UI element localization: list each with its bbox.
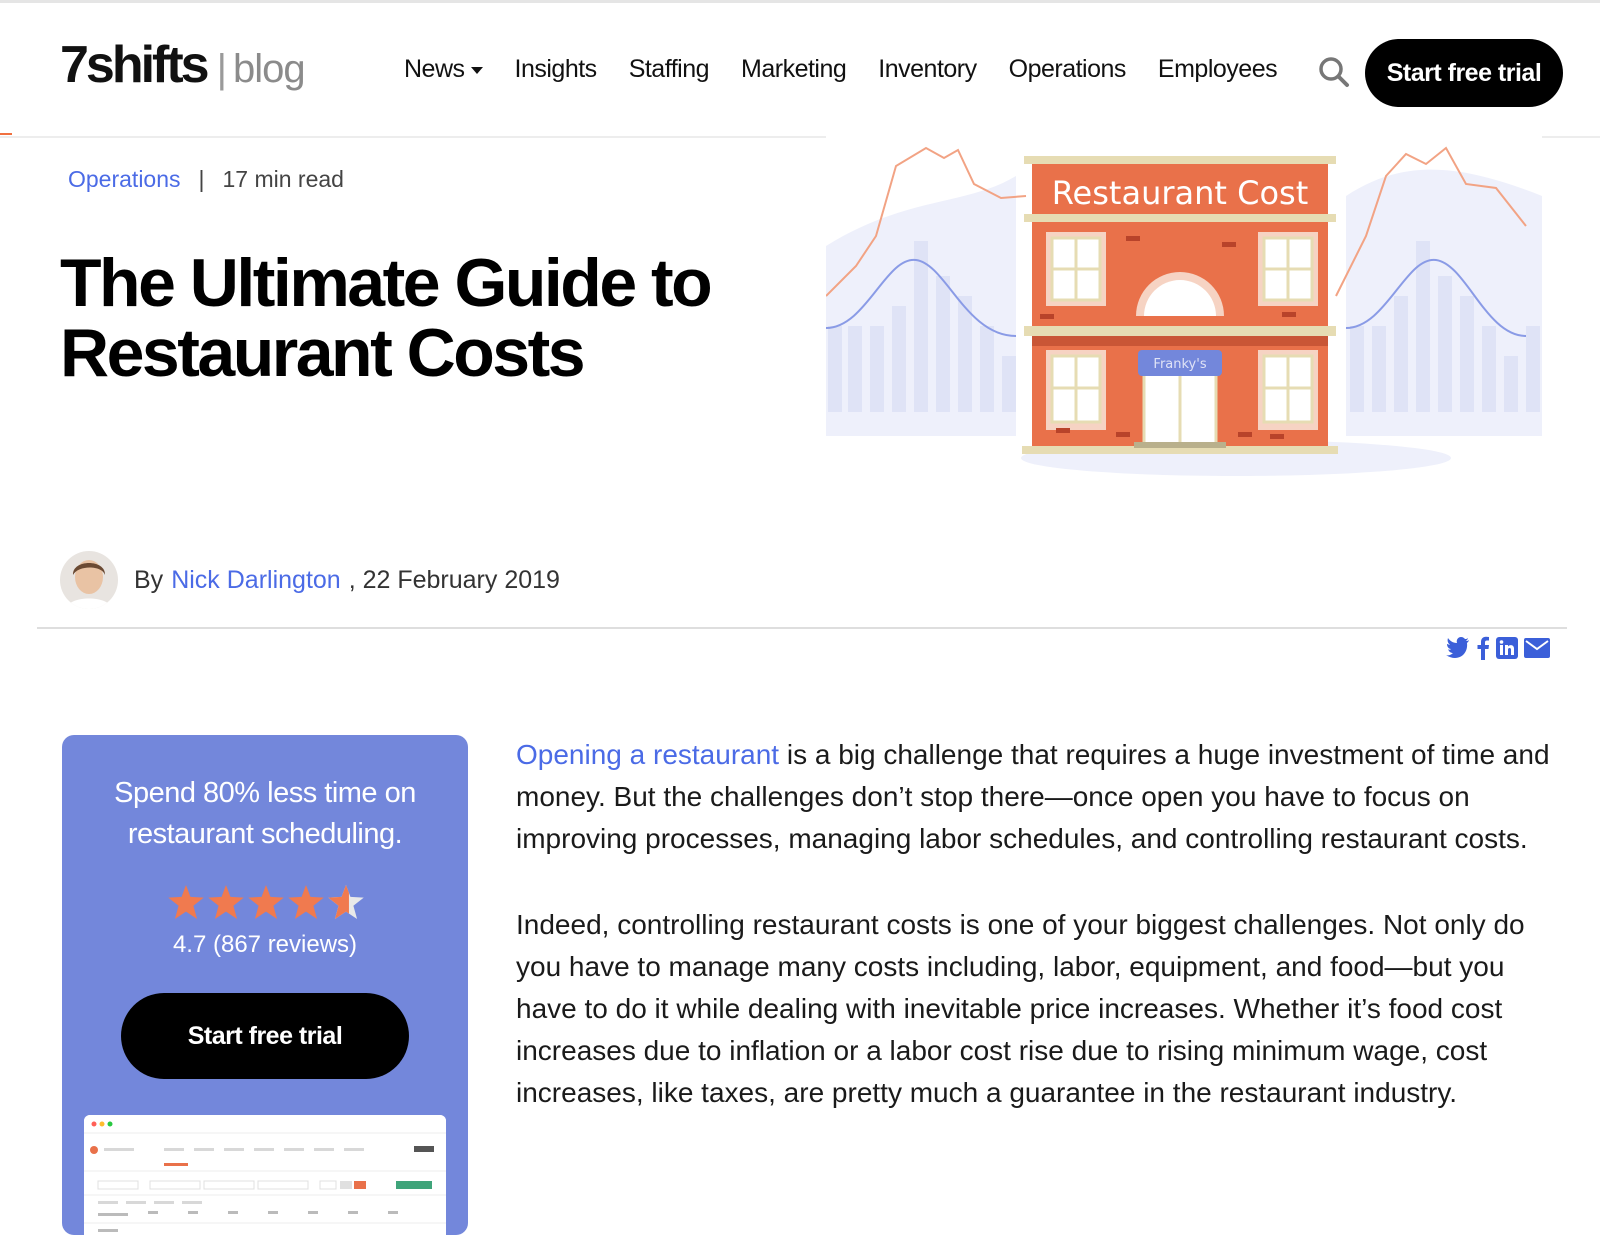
read-time: 17 min read [222,166,344,192]
half-star-icon [328,885,364,919]
article-paragraph: Opening a restaurant is a big challenge … [516,734,1551,860]
byline-divider [37,627,1567,629]
logo-separator: | [216,47,227,91]
nav-item-staffing[interactable]: Staffing [629,55,710,84]
share-bar [1446,636,1550,660]
promo-heading: Spend 80% less time on restaurant schedu… [114,777,416,850]
email-icon[interactable] [1524,638,1550,658]
start-free-trial-button[interactable]: Start free trial [1365,39,1563,107]
logo-wordmark: 7shifts [60,36,210,94]
promo-start-trial-button[interactable]: Start free trial [121,993,409,1079]
nav-item-insights[interactable]: Insights [515,55,598,84]
star-icon [288,885,324,919]
category-link[interactable]: Operations [68,166,181,193]
opening-restaurant-link[interactable]: Opening a restaurant [516,739,779,770]
byline: By Nick Darlington , 22 February 2019 [60,551,560,609]
blog-logo[interactable]: 7shifts | blog [60,35,306,95]
star-icon [168,885,204,919]
app-screenshot [84,1115,446,1255]
twitter-icon[interactable] [1446,637,1470,659]
page-title: The Ultimate Guide to Restaurant Costs [60,245,713,391]
hero-sign-text: Restaurant Cost [1052,174,1309,212]
article-paragraph: Indeed, controlling restaurant costs is … [516,909,1525,1108]
nav-item-employees[interactable]: Employees [1158,55,1278,84]
star-icon [208,885,244,919]
search-icon[interactable] [1318,56,1350,88]
hero-illustration: Restaurant Cost Franky's [826,136,1542,476]
reading-progress-bar [0,133,12,135]
post-meta: Operations | 17 min read [68,166,344,193]
rating-summary: 4.7 (867 reviews) [172,931,358,958]
byline-by: By [134,565,164,594]
facebook-icon[interactable] [1476,636,1490,660]
site-header: 7shifts | blog News Insights Staffing Ma… [0,3,1600,138]
nav-item-label: News [404,55,465,83]
chevron-down-icon [470,66,483,74]
publish-date: , 22 February 2019 [348,565,560,594]
nav-item-operations[interactable]: Operations [1009,55,1127,84]
logo-blog-label: blog [233,47,306,91]
nav-item-news[interactable]: News [404,55,483,84]
meta-separator: | [198,166,205,192]
avatar[interactable] [60,551,118,609]
main-nav: News Insights Staffing Marketing Invento… [404,55,1309,84]
star-icon [248,885,284,919]
linkedin-icon[interactable] [1496,637,1518,659]
rating-stars [168,885,364,919]
article-body: Opening a restaurant is a big challenge … [516,734,1551,1158]
store-sign-text: Franky's [1153,357,1206,372]
nav-item-marketing[interactable]: Marketing [741,55,847,84]
nav-item-inventory[interactable]: Inventory [878,55,977,84]
promo-card: Spend 80% less time on restaurant schedu… [62,735,468,1255]
author-link[interactable]: Nick Darlington [171,566,341,595]
